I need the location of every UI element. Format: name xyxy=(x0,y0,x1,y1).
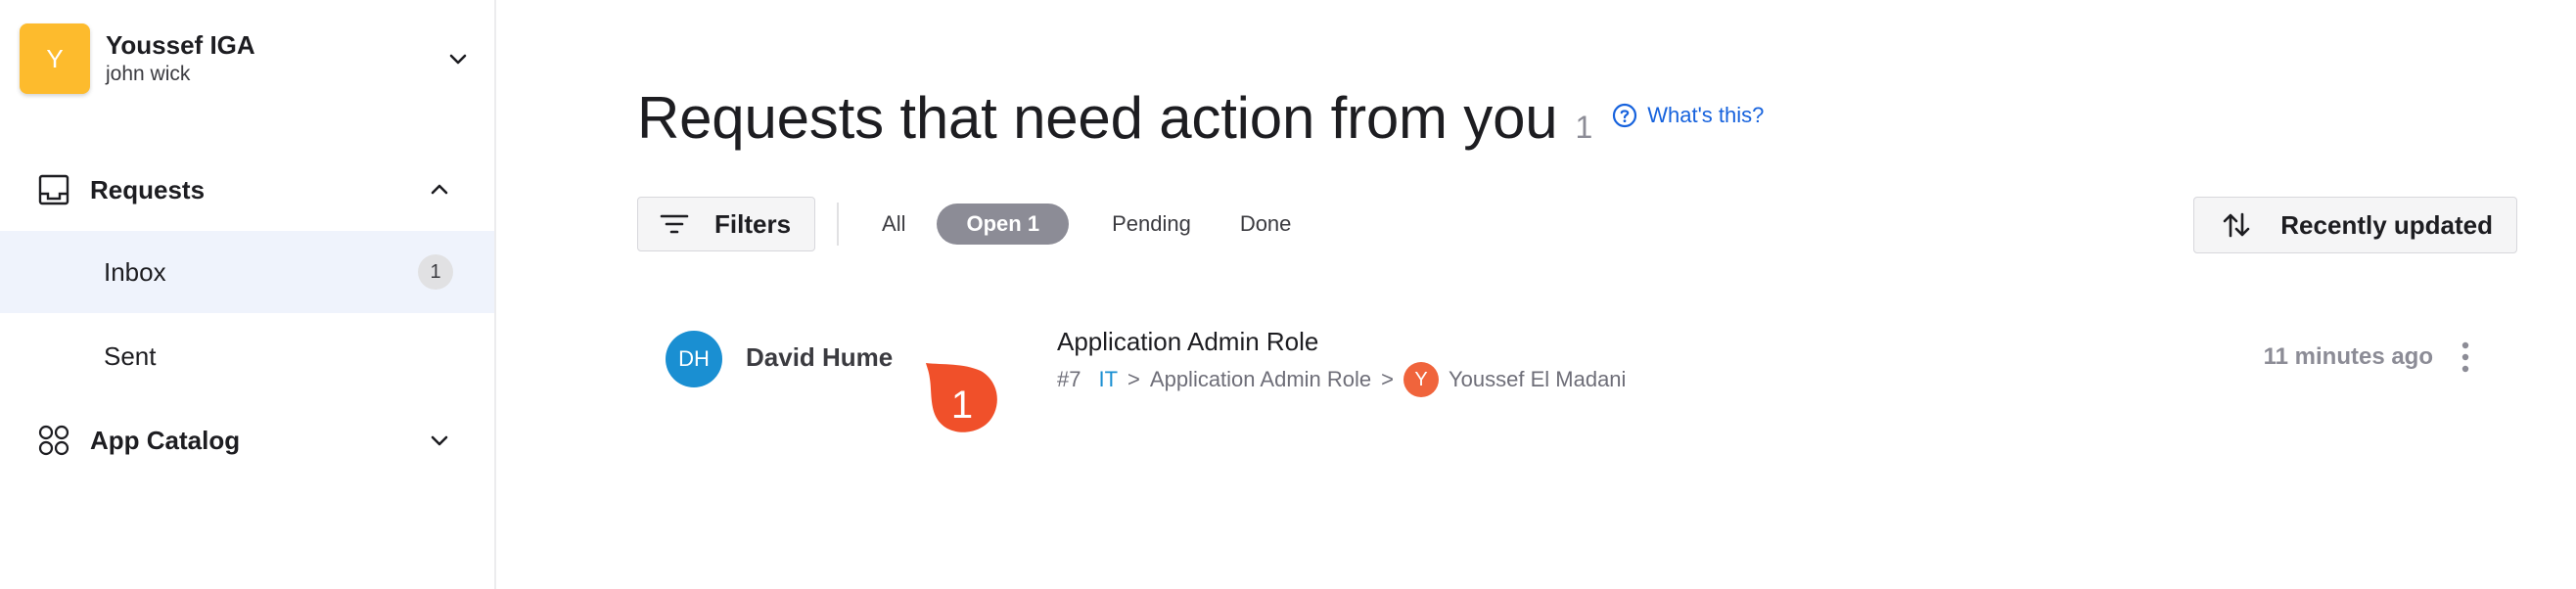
annotation-marker-number: 1 xyxy=(950,383,974,427)
sort-label: Recently updated xyxy=(2280,209,2493,240)
breadcrumb-separator: > xyxy=(1127,367,1140,391)
filters-label: Filters xyxy=(714,208,792,239)
filter-lines-icon xyxy=(660,214,689,234)
filters-button[interactable]: Filters xyxy=(637,197,816,251)
help-circle-icon xyxy=(1613,103,1637,128)
breadcrumb-separator: > xyxy=(1381,367,1395,391)
request-id: #7 xyxy=(1057,367,1081,391)
request-title[interactable]: Application Admin Role xyxy=(1057,327,1318,357)
tab-all[interactable]: All xyxy=(860,204,927,245)
inbox-count-badge: 1 xyxy=(418,254,453,290)
app-grid-icon xyxy=(38,425,69,456)
assignee-name: Youssef El Madani xyxy=(1449,367,1627,391)
sort-button[interactable]: Recently updated xyxy=(2193,197,2517,253)
whats-this-link[interactable]: What's this? xyxy=(1612,103,1764,128)
request-timestamp: 11 minutes ago xyxy=(2263,343,2433,370)
account-name: Youssef IGA xyxy=(106,30,255,60)
chevron-down-icon[interactable] xyxy=(446,47,470,70)
requester-avatar: DH xyxy=(666,331,722,387)
sidebar-item-inbox[interactable]: Inbox 1 xyxy=(0,231,494,313)
page-title: Requests that need action from you xyxy=(637,85,1558,151)
kebab-menu-icon[interactable] xyxy=(2461,341,2470,373)
account-avatar: Y xyxy=(20,23,90,94)
page-header: Requests that need action from you 1 Wha… xyxy=(637,84,1764,152)
inbox-tray-icon xyxy=(38,174,69,205)
nav-section-requests[interactable]: Requests xyxy=(0,155,496,225)
request-row[interactable]: DH David Hume 1 Application Admin Role #… xyxy=(637,315,2517,432)
sidebar-item-sent-label: Sent xyxy=(104,340,157,371)
account-text: Youssef IGA john wick xyxy=(106,29,255,88)
filter-toolbar: Filters All Open 1 Pending Done Recently… xyxy=(637,197,2517,253)
tab-pending[interactable]: Pending xyxy=(1090,204,1213,245)
tab-done[interactable]: Done xyxy=(1219,204,1313,245)
whats-this-label: What's this? xyxy=(1647,103,1765,127)
tab-open[interactable]: Open 1 xyxy=(937,204,1070,245)
nav-label-requests: Requests xyxy=(90,174,206,204)
account-switcher[interactable]: Y Youssef IGA john wick xyxy=(20,23,470,94)
request-role: Application Admin Role xyxy=(1149,367,1372,391)
nav-label-app-catalog: App Catalog xyxy=(90,425,241,455)
sidebar: Y Youssef IGA john wick Requests Inbox 1… xyxy=(0,0,496,589)
request-app-link[interactable]: IT xyxy=(1098,367,1118,392)
page-title-count: 1 xyxy=(1575,110,1593,145)
assignee-avatar: Y xyxy=(1403,362,1440,397)
chevron-down-icon[interactable] xyxy=(428,429,451,452)
sidebar-item-sent[interactable]: Sent xyxy=(0,315,494,397)
request-breadcrumb: #7 IT > Application Admin Role > Y Youss… xyxy=(1057,362,1626,397)
main-content: Requests that need action from you 1 Wha… xyxy=(496,0,2576,589)
toolbar-divider xyxy=(837,203,840,246)
account-username: john wick xyxy=(106,63,191,85)
sort-arrows-icon xyxy=(2223,212,2250,238)
nav-section-app-catalog[interactable]: App Catalog xyxy=(0,405,496,476)
chevron-up-icon[interactable] xyxy=(428,178,451,202)
requester-name: David Hume xyxy=(746,342,894,372)
sidebar-item-inbox-label: Inbox xyxy=(104,256,166,287)
